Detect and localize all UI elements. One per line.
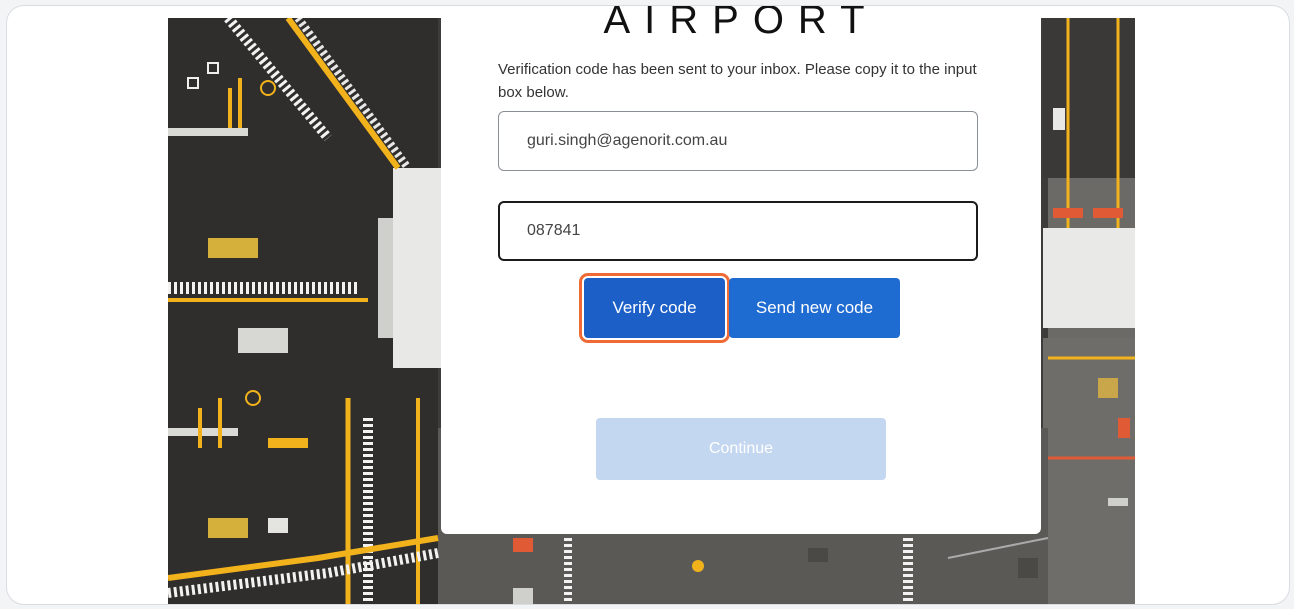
email-field[interactable]	[498, 111, 978, 171]
airport-logo: AIRPORT	[441, 6, 1041, 46]
verification-code-input[interactable]	[498, 201, 978, 261]
logo-text: AIRPORT	[603, 6, 879, 42]
verify-code-button[interactable]: Verify code	[579, 273, 730, 343]
continue-button[interactable]: Continue	[596, 418, 886, 480]
browser-frame: AIRPORT Verification code has been sent …	[6, 5, 1290, 605]
verification-message: Verification code has been sent to your …	[498, 61, 977, 101]
send-new-code-button[interactable]: Send new code	[729, 278, 900, 338]
verification-card: AIRPORT Verification code has been sent …	[441, 6, 1041, 534]
